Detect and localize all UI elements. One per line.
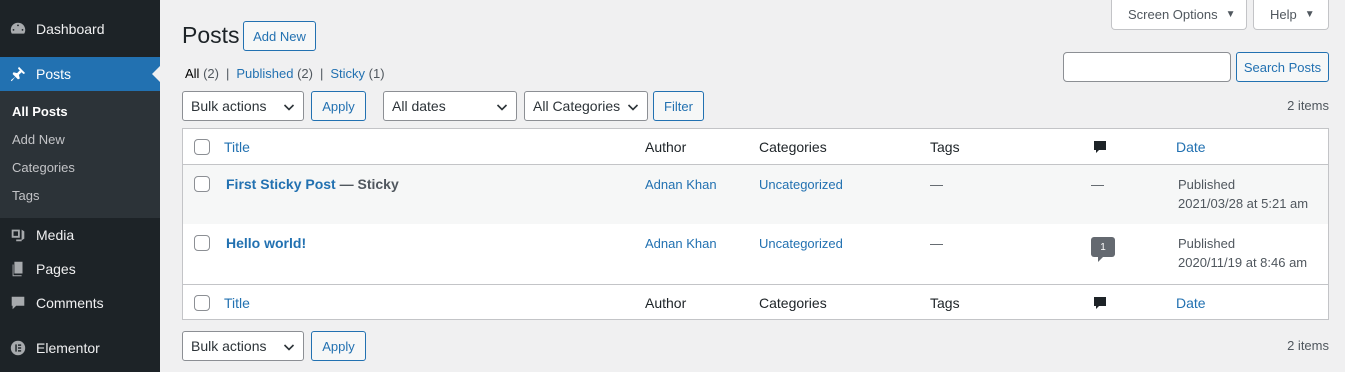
- comment-count-bubble[interactable]: 1: [1091, 237, 1115, 262]
- submenu-tags[interactable]: Tags: [0, 182, 160, 210]
- post-state: — Sticky: [335, 176, 399, 192]
- menu-dashboard-label: Dashboard: [36, 21, 105, 37]
- post-title-link[interactable]: Hello world!: [226, 235, 306, 251]
- column-title[interactable]: Title: [224, 139, 250, 155]
- column-date[interactable]: Date: [1176, 139, 1206, 155]
- view-all[interactable]: All (2): [185, 66, 219, 81]
- menu-dashboard[interactable]: Dashboard: [0, 12, 160, 46]
- pin-icon: [8, 64, 28, 84]
- posts-submenu: All Posts Add New Categories Tags: [0, 91, 160, 218]
- column-tags: Tags: [930, 139, 960, 155]
- apply-button-bottom[interactable]: Apply: [311, 331, 366, 361]
- items-count-bottom: 2 items: [1287, 338, 1329, 353]
- post-status-views: All (2) | Published (2) | Sticky (1): [185, 66, 385, 81]
- menu-posts-label: Posts: [36, 66, 72, 82]
- tags-value: —: [930, 236, 943, 251]
- menu-pages[interactable]: Pages: [0, 252, 160, 286]
- search-posts-button[interactable]: Search Posts: [1236, 52, 1329, 82]
- table-header-row: Title Author Categories Tags Date: [183, 129, 1328, 165]
- select-all-checkbox[interactable]: [194, 139, 210, 155]
- caret-down-icon: ▼: [1304, 9, 1315, 20]
- category-link[interactable]: Uncategorized: [759, 177, 843, 192]
- screen-options-label: Screen Options: [1128, 7, 1218, 22]
- submenu-categories[interactable]: Categories: [0, 154, 160, 182]
- screen-options-button[interactable]: Screen Options ▼: [1111, 0, 1247, 30]
- admin-sidebar: Dashboard Posts All Posts Add New Catego…: [0, 0, 160, 372]
- column-categories: Categories: [759, 295, 827, 311]
- view-published[interactable]: Published (2): [236, 66, 313, 81]
- bulk-actions-value: Bulk actions: [191, 98, 267, 114]
- menu-media-label: Media: [36, 227, 75, 243]
- date-filter-value: All dates: [392, 98, 446, 114]
- post-status: Published: [1178, 177, 1236, 192]
- submenu-add-new[interactable]: Add New: [0, 126, 160, 154]
- submenu-all-posts[interactable]: All Posts: [0, 98, 160, 126]
- menu-pages-label: Pages: [36, 261, 76, 277]
- post-status: Published: [1178, 236, 1236, 251]
- column-author: Author: [645, 139, 687, 155]
- search-input[interactable]: [1063, 52, 1231, 82]
- date-filter-select[interactable]: All dates: [383, 91, 517, 121]
- table-footer-row: Title Author Categories Tags Date: [183, 284, 1328, 320]
- column-tags: Tags: [930, 295, 960, 311]
- bulk-actions-select[interactable]: Bulk actions: [182, 91, 304, 121]
- menu-comments[interactable]: Comments: [0, 286, 160, 320]
- page-title: Posts: [182, 22, 240, 48]
- filter-button[interactable]: Filter: [653, 91, 704, 121]
- comments-value: —: [1091, 177, 1104, 192]
- post-title-cell: First Sticky Post — Sticky: [226, 176, 399, 192]
- pages-icon: [8, 259, 28, 279]
- add-new-button[interactable]: Add New: [243, 21, 316, 51]
- post-title-cell: Hello world!: [226, 235, 306, 251]
- dashboard-icon: [8, 19, 28, 39]
- caret-down-icon: ▼: [1225, 9, 1236, 20]
- help-button[interactable]: Help ▼: [1253, 0, 1329, 30]
- category-filter-value: All Categories: [533, 98, 621, 114]
- help-label: Help: [1270, 7, 1297, 22]
- apply-button[interactable]: Apply: [311, 91, 366, 121]
- chevron-down-icon: [283, 340, 295, 352]
- bulk-actions-select-bottom[interactable]: Bulk actions: [182, 331, 304, 361]
- main-content: Screen Options ▼ Help ▼ Posts Add New Al…: [160, 0, 1345, 372]
- table-row: First Sticky Post — Sticky Adnan Khan Un…: [183, 165, 1328, 224]
- chevron-down-icon: [627, 100, 639, 112]
- menu-posts[interactable]: Posts: [0, 57, 160, 91]
- column-categories: Categories: [759, 139, 827, 155]
- table-row: Hello world! Adnan Khan Uncategorized — …: [183, 224, 1328, 284]
- column-date[interactable]: Date: [1176, 295, 1206, 311]
- elementor-icon: [8, 338, 28, 358]
- row-checkbox[interactable]: [194, 235, 210, 251]
- post-date: 2021/03/28 at 5:21 am: [1178, 196, 1309, 211]
- author-link[interactable]: Adnan Khan: [645, 236, 717, 251]
- column-author: Author: [645, 295, 687, 311]
- post-title-link[interactable]: First Sticky Post: [226, 176, 336, 192]
- column-title[interactable]: Title: [224, 295, 250, 311]
- menu-comments-label: Comments: [36, 295, 104, 311]
- menu-elementor[interactable]: Elementor: [0, 331, 160, 365]
- menu-elementor-label: Elementor: [36, 340, 100, 356]
- items-count-top: 2 items: [1287, 98, 1329, 113]
- comments-icon: [8, 293, 28, 313]
- comment-icon: [1092, 295, 1108, 314]
- media-icon: [8, 225, 28, 245]
- chevron-down-icon: [283, 100, 295, 112]
- select-all-checkbox[interactable]: [194, 295, 210, 311]
- category-filter-select[interactable]: All Categories: [524, 91, 648, 121]
- view-sticky[interactable]: Sticky (1): [330, 66, 384, 81]
- post-date: 2020/11/19 at 8:46 am: [1178, 255, 1308, 270]
- menu-media[interactable]: Media: [0, 218, 160, 252]
- bulk-actions-value: Bulk actions: [191, 338, 267, 354]
- comment-icon: [1092, 139, 1108, 158]
- author-link[interactable]: Adnan Khan: [645, 177, 717, 192]
- posts-table: Title Author Categories Tags Date First …: [182, 128, 1329, 320]
- chevron-down-icon: [496, 100, 508, 112]
- category-link[interactable]: Uncategorized: [759, 236, 843, 251]
- tags-value: —: [930, 177, 943, 192]
- row-checkbox[interactable]: [194, 176, 210, 192]
